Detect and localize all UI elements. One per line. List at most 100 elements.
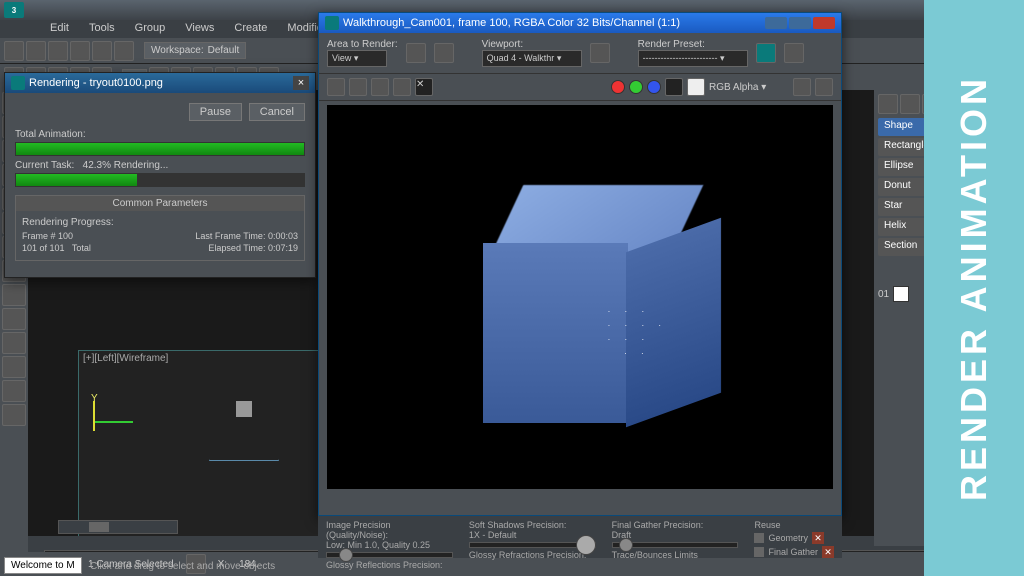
workspace-label: Workspace: — [151, 45, 204, 56]
axis-y-label: Y — [91, 393, 98, 404]
toggle-a-icon[interactable] — [793, 78, 811, 96]
panel-tab[interactable] — [878, 94, 898, 114]
lock-icon[interactable] — [754, 533, 764, 543]
precision-slider[interactable] — [326, 552, 453, 558]
dialog-icon — [11, 76, 25, 90]
horizontal-scrollbar[interactable] — [58, 520, 178, 534]
menu-views[interactable]: Views — [175, 20, 224, 38]
fb-tool[interactable] — [434, 43, 454, 63]
count-value: 101 of 101 — [22, 243, 65, 253]
fb-tool[interactable] — [406, 43, 426, 63]
welcome-tooltip: Welcome to M — [4, 557, 82, 574]
dialog-close-button[interactable]: × — [293, 76, 309, 90]
tool-button[interactable] — [92, 41, 112, 61]
elapsed-value: 0:07:19 — [268, 243, 298, 253]
rendering-progress-label: Rendering Progress: — [22, 217, 298, 228]
framebuffer-window: Walkthrough_Cam001, frame 100, RGBA Colo… — [318, 12, 842, 516]
framebuffer-title: Walkthrough_Cam001, frame 100, RGBA Colo… — [343, 17, 680, 29]
color-swatch[interactable] — [893, 286, 909, 302]
area-value: View — [332, 53, 351, 63]
gather-value[interactable]: Draft — [612, 530, 739, 540]
total-animation-label: Total Animation: — [15, 129, 305, 140]
tool-button[interactable] — [70, 41, 90, 61]
viewport-label: Viewport: — [482, 39, 582, 50]
elapsed-label: Elapsed Time: — [208, 243, 265, 253]
left-tool[interactable] — [2, 308, 26, 330]
shadows-value[interactable]: 1X - Default — [469, 530, 596, 540]
glossy-refr-label: Glossy Refractions Precision: — [469, 550, 596, 560]
delete-geometry-button[interactable]: ✕ — [812, 532, 824, 544]
render-output[interactable]: · · ·· · · ·· · · · · — [327, 105, 833, 489]
shadows-slider[interactable] — [469, 542, 596, 548]
current-task-label: Current Task: — [15, 160, 74, 171]
green-channel-icon[interactable] — [629, 80, 643, 94]
fb-settings-icon[interactable] — [784, 43, 804, 63]
workspace-selector[interactable]: Workspace: Default — [144, 42, 246, 59]
blue-channel-icon[interactable] — [647, 80, 661, 94]
channel-select[interactable]: RGB Alpha ▾ — [709, 82, 789, 93]
menu-group[interactable]: Group — [125, 20, 176, 38]
shadows-label: Soft Shadows Precision: — [469, 520, 596, 530]
mono-icon[interactable] — [687, 78, 705, 96]
preset-select[interactable]: ------------------------- ▾ — [638, 50, 748, 67]
camera-object[interactable] — [219, 401, 269, 451]
delete-fg-button[interactable]: ✕ — [822, 546, 834, 558]
render-progress-dialog: Rendering - tryout0100.png × Pause Cance… — [4, 72, 316, 278]
print-icon[interactable] — [393, 78, 411, 96]
left-tool[interactable] — [2, 380, 26, 402]
left-tool[interactable] — [2, 284, 26, 306]
left-tool[interactable] — [2, 356, 26, 378]
trace-label: Trace/Bounces Limits — [612, 550, 739, 560]
pause-button[interactable]: Pause — [189, 103, 242, 121]
menu-create[interactable]: Create — [224, 20, 277, 38]
status-hint: Click and drag to select and move object… — [90, 561, 275, 572]
save-icon[interactable] — [327, 78, 345, 96]
current-task-value: 42.3% Rendering... — [83, 160, 169, 171]
tool-button[interactable] — [114, 41, 134, 61]
toggle-b-icon[interactable] — [815, 78, 833, 96]
area-select[interactable]: View ▾ — [327, 50, 387, 67]
fb-maximize-button[interactable] — [789, 17, 811, 29]
reuse-geometry: Geometry — [768, 533, 808, 543]
menu-tools[interactable]: Tools — [79, 20, 125, 38]
dialog-title: Rendering - tryout0100.png — [29, 77, 163, 89]
app-logo-icon: 3 — [4, 2, 24, 18]
fb-minimize-button[interactable] — [765, 17, 787, 29]
clear-icon[interactable]: ✕ — [415, 78, 433, 96]
panel-tab[interactable] — [900, 94, 920, 114]
viewport-value: Quad 4 - Walkthr — [487, 53, 555, 63]
viewport-select[interactable]: Quad 4 - Walkthr ▾ — [482, 50, 582, 67]
fb-lock-icon[interactable] — [590, 43, 610, 63]
frame-label: Frame # — [22, 231, 56, 241]
preset-value: ------------------------- — [643, 53, 718, 63]
fb-close-button[interactable] — [813, 17, 835, 29]
lock-icon[interactable] — [754, 547, 764, 557]
workspace-value: Default — [208, 45, 240, 56]
clone-icon[interactable] — [349, 78, 367, 96]
viewport-left[interactable]: [+][Left][Wireframe] Y — [78, 350, 338, 540]
tool-button[interactable] — [4, 41, 24, 61]
copy-icon[interactable] — [371, 78, 389, 96]
lft-label: Last Frame Time: — [195, 231, 265, 241]
render-button[interactable] — [756, 43, 776, 63]
framebuffer-titlebar[interactable]: Walkthrough_Cam001, frame 100, RGBA Colo… — [319, 13, 841, 33]
tool-button[interactable] — [48, 41, 68, 61]
red-channel-icon[interactable] — [611, 80, 625, 94]
gather-slider[interactable] — [612, 542, 739, 548]
channel-value: RGB Alpha — [709, 82, 758, 93]
alpha-icon[interactable] — [665, 78, 683, 96]
area-label: Area to Render: — [327, 39, 398, 50]
tool-button[interactable] — [26, 41, 46, 61]
total-progress-bar — [15, 142, 305, 156]
menu-edit[interactable]: Edit — [40, 20, 79, 38]
viewport-label[interactable]: [+][Left][Wireframe] — [83, 353, 168, 364]
params-header: Common Parameters — [16, 196, 304, 211]
left-tool[interactable] — [2, 404, 26, 426]
cancel-button[interactable]: Cancel — [249, 103, 305, 121]
preset-label: Render Preset: — [638, 39, 748, 50]
frame-value: 100 — [58, 231, 73, 241]
side-banner: RENDER ANIMATION — [924, 0, 1024, 576]
left-tool[interactable] — [2, 332, 26, 354]
dialog-titlebar[interactable]: Rendering - tryout0100.png × — [5, 73, 315, 93]
color-num: 01 — [878, 289, 889, 300]
